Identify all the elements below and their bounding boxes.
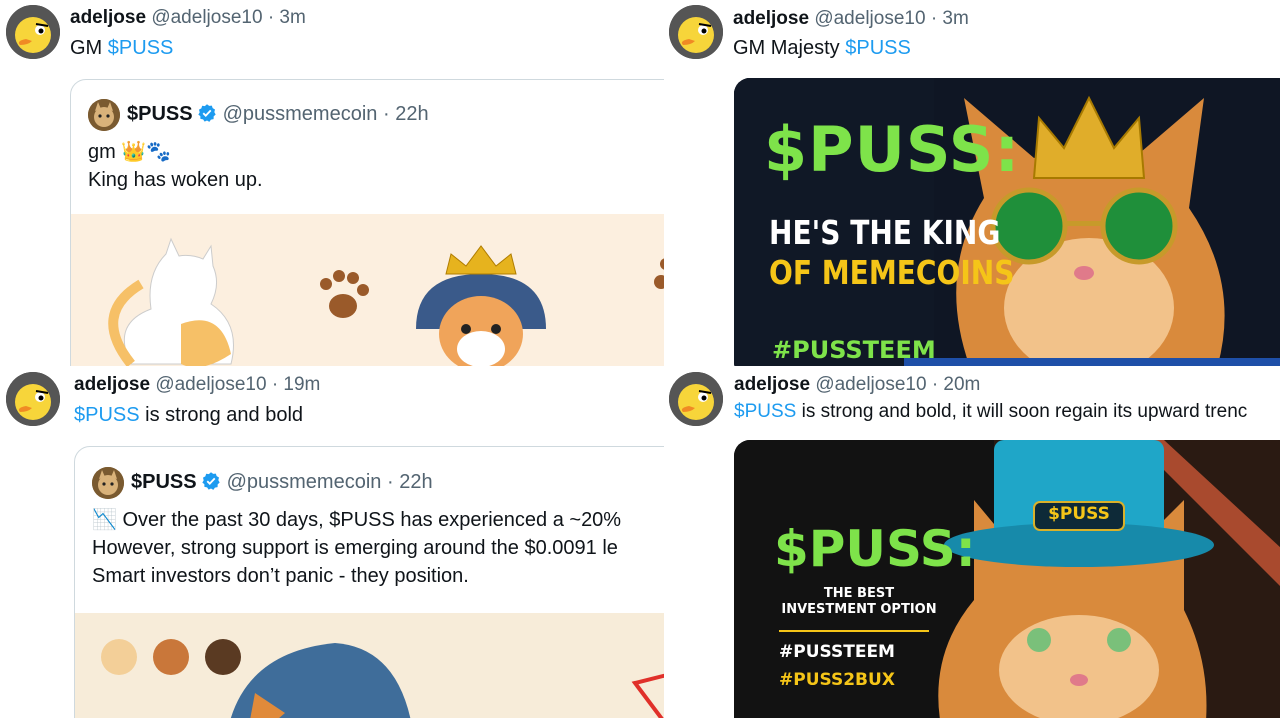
quote-text-line-1: 📉 Over the past 30 days, $PUSS has exper… bbox=[92, 509, 622, 531]
quote-time[interactable]: 22h bbox=[395, 103, 428, 125]
tweet-header: adeljose @adeljose10 · 20m bbox=[734, 373, 980, 397]
quoted-tweet[interactable]: $PUSS @pussmemecoin · 22h gm 👑🐾 King has … bbox=[70, 79, 664, 366]
separator-dot: · bbox=[386, 471, 394, 493]
author-handle[interactable]: @adeljose10 bbox=[151, 7, 262, 28]
verified-badge-icon bbox=[201, 472, 220, 490]
tweet-panel-3: adeljose @adeljose10 · 19m $PUSS is stro… bbox=[0, 366, 664, 718]
quote-text-line-2: However, strong support is emerging arou… bbox=[92, 537, 618, 559]
image-line-2: OF MEMECOINS bbox=[769, 253, 1015, 292]
cashtag-link[interactable]: $PUSS bbox=[74, 404, 140, 426]
quote-author-name[interactable]: $PUSS bbox=[127, 103, 193, 125]
verified-badge-icon bbox=[197, 104, 216, 122]
image-headline: $PUSS: bbox=[764, 113, 1021, 186]
image-line-1: HE'S THE KING bbox=[769, 213, 1001, 252]
cashtag-link[interactable]: $PUSS bbox=[734, 401, 796, 422]
tweet-header: adeljose @adeljose10 · 19m bbox=[74, 373, 320, 397]
tweet-text-prefix: GM Majesty bbox=[733, 37, 846, 59]
author-name[interactable]: adeljose bbox=[733, 8, 809, 29]
puss-avatar-icon[interactable] bbox=[88, 99, 120, 131]
tweet-text-prefix: GM bbox=[70, 37, 108, 59]
quote-author-name[interactable]: $PUSS bbox=[131, 471, 197, 493]
tweet-time[interactable]: 20m bbox=[943, 374, 980, 395]
cashtag-link[interactable]: $PUSS bbox=[845, 37, 911, 59]
quote-author-handle[interactable]: @pussmemecoin bbox=[227, 471, 382, 493]
tweet-text-suffix: is strong and bold bbox=[139, 404, 304, 426]
author-handle[interactable]: @adeljose10 bbox=[815, 374, 926, 395]
puss-avatar-icon[interactable] bbox=[92, 467, 124, 499]
quote-text-line-2: King has woken up. bbox=[88, 169, 263, 191]
duck-avatar-icon[interactable] bbox=[669, 372, 723, 426]
tweet-panel-4: adeljose @adeljose10 · 20m $PUSS is stro… bbox=[664, 366, 1280, 718]
author-name[interactable]: adeljose bbox=[74, 374, 150, 395]
tweet-text: $PUSS is strong and bold, it will soon r… bbox=[734, 399, 1247, 425]
separator-dot: · bbox=[931, 374, 939, 395]
tweet-panel-2: adeljose @adeljose10 · 3m GM Majesty $PU… bbox=[664, 0, 1280, 366]
quote-image[interactable] bbox=[75, 613, 664, 718]
quote-header: $PUSS @pussmemecoin · 22h bbox=[131, 469, 433, 495]
hat-label: $PUSS bbox=[1048, 504, 1110, 524]
cashtag-link[interactable]: $PUSS bbox=[108, 37, 174, 59]
tweet-image[interactable]: $PUSS: HE'S THE KING OF MEMECOINS #PUSST… bbox=[734, 78, 1280, 366]
tweet-time[interactable]: 19m bbox=[283, 374, 320, 395]
image-hashtag-2: #PUSS2BUX bbox=[779, 670, 895, 690]
separator-dot: · bbox=[267, 7, 275, 28]
duck-avatar-icon[interactable] bbox=[669, 5, 723, 59]
image-hashtag: #PUSSTEEM bbox=[772, 336, 936, 364]
author-name[interactable]: adeljose bbox=[70, 7, 146, 28]
tweet-text: GM Majesty $PUSS bbox=[733, 35, 911, 61]
image-sub-1: THE BEST bbox=[823, 586, 895, 601]
tweet-text-suffix: is strong and bold, it will soon regain … bbox=[796, 401, 1248, 422]
separator-dot: · bbox=[271, 374, 279, 395]
quote-header: $PUSS @pussmemecoin · 22h bbox=[127, 101, 429, 127]
tweet-text: $PUSS is strong and bold bbox=[74, 402, 303, 428]
image-sub-2: INVESTMENT OPTION bbox=[781, 602, 937, 617]
quoted-tweet[interactable]: $PUSS @pussmemecoin · 22h 📉 Over the past… bbox=[74, 446, 664, 718]
tweet-header: adeljose @adeljose10 · 3m bbox=[733, 7, 969, 31]
image-headline: $PUSS: bbox=[774, 520, 976, 578]
separator-dot: · bbox=[382, 103, 390, 125]
image-hashtag-1: #PUSSTEEM bbox=[779, 642, 895, 662]
author-handle[interactable]: @adeljose10 bbox=[155, 374, 266, 395]
tweet-panel-1: adeljose @adeljose10 · 3m GM $PUSS $PUSS… bbox=[0, 0, 664, 366]
duck-avatar-icon[interactable] bbox=[6, 5, 60, 59]
tweet-text: GM $PUSS bbox=[70, 35, 173, 61]
separator-dot: · bbox=[930, 8, 938, 29]
duck-avatar-icon[interactable] bbox=[6, 372, 60, 426]
tweet-image[interactable]: $PUSS $PUSS: THE BEST INVESTMENT OPTION … bbox=[734, 440, 1280, 718]
tweet-header: adeljose @adeljose10 · 3m bbox=[70, 6, 306, 30]
quote-text-line-1: gm 👑🐾 bbox=[88, 141, 172, 163]
author-handle[interactable]: @adeljose10 bbox=[814, 8, 925, 29]
tweet-time[interactable]: 3m bbox=[279, 7, 305, 28]
quote-time[interactable]: 22h bbox=[399, 471, 432, 493]
quote-image[interactable] bbox=[71, 214, 664, 366]
author-name[interactable]: adeljose bbox=[734, 374, 810, 395]
quote-author-handle[interactable]: @pussmemecoin bbox=[223, 103, 378, 125]
quote-text-line-3: Smart investors don’t panic - they posit… bbox=[92, 565, 469, 587]
tweet-time[interactable]: 3m bbox=[942, 8, 968, 29]
divider bbox=[779, 630, 929, 632]
